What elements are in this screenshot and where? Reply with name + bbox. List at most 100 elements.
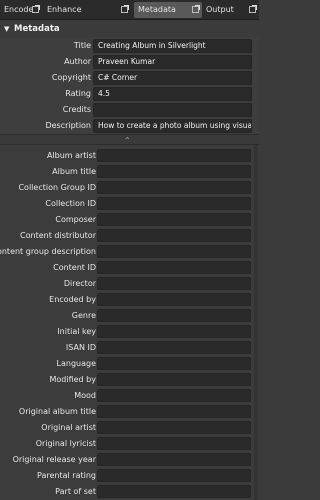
field-row-copyright: Copyright C# Corner: [0, 71, 259, 85]
field-label: Part of set: [55, 487, 96, 496]
field-row-collection-id: Collection ID: [0, 196, 259, 211]
tab-encode[interactable]: Encode: [0, 2, 42, 18]
field-row-original-album-title: Original album title: [0, 404, 259, 419]
album-title-input[interactable]: [97, 165, 251, 178]
field-row-modified-by: Modified by: [0, 372, 259, 387]
original-release-year-input[interactable]: [97, 453, 251, 466]
field-row-title: Title Creating Album in Silverlight: [0, 39, 259, 53]
author-input[interactable]: Praveen Kumar: [93, 55, 252, 69]
field-row-isan-id: ISAN ID: [0, 340, 259, 355]
field-row-album-title: Album title: [0, 164, 259, 179]
chevron-up-icon[interactable]: ⌃: [124, 136, 131, 145]
vertical-scrollbar[interactable]: [254, 145, 258, 500]
field-label: Description: [45, 121, 91, 130]
field-row-original-artist: Original artist: [0, 420, 259, 435]
field-label: Parental rating: [37, 471, 96, 480]
field-label: Title: [73, 41, 91, 50]
encoded-by-input[interactable]: [97, 293, 251, 306]
metadata-fields: Title Creating Album in Silverlight Auth…: [0, 37, 259, 134]
field-label: Content group description: [0, 247, 96, 256]
field-label: Language: [56, 359, 96, 368]
description-input[interactable]: How to create a photo album using visual…: [93, 119, 252, 133]
field-label: Author: [64, 57, 91, 66]
tab-output-label: Output: [206, 5, 234, 14]
director-input[interactable]: [97, 277, 251, 290]
field-row-collection-group-id: Collection Group ID: [0, 180, 259, 195]
section-title: Metadata: [14, 24, 60, 34]
content-distributor-input[interactable]: [97, 229, 251, 242]
field-label: Mood: [74, 391, 96, 400]
credits-input[interactable]: [93, 103, 252, 117]
field-row-content-group-description: Content group description: [0, 244, 259, 259]
popout-icon[interactable]: [32, 5, 40, 13]
field-row-original-lyricist: Original lyricist: [0, 436, 259, 451]
field-row-initial-key: Initial key: [0, 324, 259, 339]
field-label: Rating: [65, 89, 91, 98]
field-row-mood: Mood: [0, 388, 259, 403]
copyright-input[interactable]: C# Corner: [93, 71, 252, 85]
mood-input[interactable]: [97, 389, 251, 402]
metadata-section-header[interactable]: ▼ Metadata: [0, 21, 259, 37]
tab-metadata[interactable]: Metadata: [134, 2, 202, 18]
field-label: Director: [63, 279, 96, 288]
field-row-content-distributor: Content distributor: [0, 228, 259, 243]
field-row-encoded-by: Encoded by: [0, 292, 259, 307]
field-row-language: Language: [0, 356, 259, 371]
parental-rating-input[interactable]: [97, 469, 251, 482]
field-label: Modified by: [49, 375, 97, 384]
tab-enhance[interactable]: Enhance: [43, 2, 131, 18]
field-row-album-artist: Album artist: [0, 148, 259, 163]
field-label: Original release year: [12, 455, 96, 464]
field-row-rating: Rating 4.5: [0, 87, 259, 101]
field-label: Content ID: [53, 263, 96, 272]
content-group-description-input[interactable]: [97, 245, 251, 258]
collapse-divider[interactable]: ⌃: [0, 134, 259, 145]
field-label: Collection ID: [45, 199, 96, 208]
isan-id-input[interactable]: [97, 341, 251, 354]
tab-metadata-label: Metadata: [138, 5, 176, 14]
field-label: ISAN ID: [65, 343, 96, 352]
popout-icon[interactable]: [192, 5, 200, 13]
tab-output[interactable]: Output: [202, 2, 259, 18]
tab-bar: Encode Enhance Metadata Output: [0, 0, 259, 20]
content-id-input[interactable]: [97, 261, 251, 274]
field-label: Original album title: [18, 407, 96, 416]
collection-group-id-input[interactable]: [97, 181, 251, 194]
original-album-title-input[interactable]: [97, 405, 251, 418]
field-row-genre: Genre: [0, 308, 259, 323]
genre-input[interactable]: [97, 309, 251, 322]
field-label: Content distributor: [20, 231, 96, 240]
composer-input[interactable]: [97, 213, 251, 226]
field-label: Initial key: [57, 327, 96, 336]
original-lyricist-input[interactable]: [97, 437, 251, 450]
field-label: Collection Group ID: [18, 183, 96, 192]
collection-id-input[interactable]: [97, 197, 251, 210]
field-label: Original artist: [41, 423, 96, 432]
title-input[interactable]: Creating Album in Silverlight: [93, 39, 252, 53]
field-label: Genre: [71, 311, 96, 320]
field-row-credits: Credits: [0, 103, 259, 117]
popout-icon[interactable]: [121, 5, 129, 13]
tab-encode-label: Encode: [4, 5, 34, 14]
field-row-author: Author Praveen Kumar: [0, 55, 259, 69]
additional-metadata-fields: Album artist Album title Collection Grou…: [0, 145, 259, 500]
language-input[interactable]: [97, 357, 251, 370]
field-label: Credits: [62, 105, 91, 114]
field-label: Copyright: [51, 73, 91, 82]
part-of-set-input[interactable]: [97, 485, 251, 498]
field-row-original-release-year: Original release year: [0, 452, 259, 467]
field-label: Original lyricist: [35, 439, 96, 448]
modified-by-input[interactable]: [97, 373, 251, 386]
popout-icon[interactable]: [249, 5, 257, 13]
field-label: Encoded by: [49, 295, 96, 304]
initial-key-input[interactable]: [97, 325, 251, 338]
field-row-part-of-set: Part of set: [0, 484, 259, 499]
triangle-down-icon[interactable]: ▼: [4, 21, 9, 37]
field-row-parental-rating: Parental rating: [0, 468, 259, 483]
rating-input[interactable]: 4.5: [93, 87, 252, 101]
field-label: Composer: [55, 215, 96, 224]
album-artist-input[interactable]: [97, 149, 251, 162]
tab-enhance-label: Enhance: [47, 5, 82, 14]
field-row-director: Director: [0, 276, 259, 291]
original-artist-input[interactable]: [97, 421, 251, 434]
